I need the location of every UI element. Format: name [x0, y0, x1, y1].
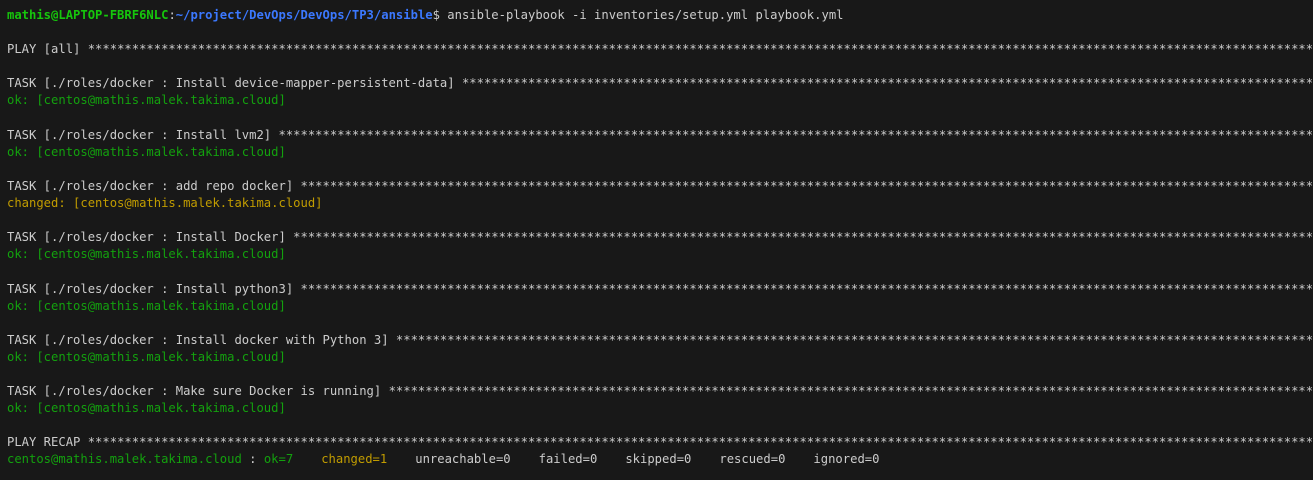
task-header-line: TASK [./roles/docker : Make sure Docker …: [7, 383, 1313, 400]
task-header-line: TASK [./roles/docker : Install Docker] *…: [7, 229, 1313, 246]
task-header: TASK [./roles/docker : Install Docker]: [7, 230, 294, 245]
recap-changed-count: changed=1: [321, 452, 388, 467]
task-header-line: TASK [./roles/docker : Install docker wi…: [7, 332, 1313, 349]
recap-ok-count: ok=7: [263, 452, 294, 467]
recap-rescued-count: rescued=0: [719, 452, 786, 467]
task-header-stars: ****************************************…: [300, 281, 1313, 296]
recap-separator: :: [241, 452, 264, 467]
play-recap-stars: ****************************************…: [87, 435, 1313, 450]
play-recap-header: PLAY RECAP: [7, 435, 88, 450]
task-block: TASK [./roles/docker : Install Docker] *…: [7, 229, 1313, 280]
task-header-stars: ****************************************…: [395, 332, 1313, 347]
task-status: ok: [centos@mathis.malek.takima.cloud]: [7, 144, 286, 159]
task-header-line: TASK [./roles/docker : Install device-ma…: [7, 75, 1313, 92]
task-header-stars: ****************************************…: [461, 76, 1313, 91]
task-status: ok: [centos@mathis.malek.takima.cloud]: [7, 298, 286, 313]
task-status: ok: [centos@mathis.malek.takima.cloud]: [7, 349, 286, 364]
play-header-line: PLAY [all] *****************************…: [7, 41, 1313, 58]
task-header: TASK [./roles/docker : add repo docker]: [7, 178, 301, 193]
task-header-line: TASK [./roles/docker : Install python3] …: [7, 281, 1313, 298]
task-header: TASK [./roles/docker : Install device-ma…: [7, 76, 462, 91]
recap-unreachable-count: unreachable=0: [415, 452, 511, 467]
task-status: changed: [centos@mathis.malek.takima.clo…: [7, 196, 323, 211]
prompt-colon: :: [168, 8, 176, 22]
command-text: ansible-playbook -i inventories/setup.ym…: [439, 8, 844, 22]
task-header-stars: ****************************************…: [300, 178, 1313, 193]
task-header: TASK [./roles/docker : Install lvm2]: [7, 127, 279, 142]
play-recap-summary: centos@mathis.malek.takima.cloud : ok=7 c…: [7, 451, 1313, 468]
play-header-stars: ****************************************…: [87, 42, 1313, 57]
task-block: TASK [./roles/docker : Install python3] …: [7, 281, 1313, 332]
terminal-window[interactable]: mathis@LAPTOP-FBRF6NLC:~/project/DevOps/…: [0, 0, 1313, 480]
recap-skipped-count: skipped=0: [625, 452, 692, 467]
task-status: ok: [centos@mathis.malek.takima.cloud]: [7, 401, 286, 416]
task-header: TASK [./roles/docker : Install docker wi…: [7, 332, 396, 347]
task-header: TASK [./roles/docker : Make sure Docker …: [7, 384, 389, 399]
recap-failed-count: failed=0: [538, 452, 598, 467]
prompt-dollar: $: [432, 8, 440, 22]
task-header-stars: ****************************************…: [278, 127, 1313, 142]
command-prompt-line: mathis@LAPTOP-FBRF6NLC:~/project/DevOps/…: [7, 7, 1313, 24]
task-block: TASK [./roles/docker : Install docker wi…: [7, 332, 1313, 383]
task-block: TASK [./roles/docker : Install lvm2] ***…: [7, 127, 1313, 178]
task-status: ok: [centos@mathis.malek.takima.cloud]: [7, 247, 286, 262]
play-header: PLAY [all]: [7, 42, 88, 57]
task-block: TASK [./roles/docker : add repo docker] …: [7, 178, 1313, 229]
recap-ignored-count: ignored=0: [813, 452, 880, 467]
play-recap-header-line: PLAY RECAP *****************************…: [7, 434, 1313, 451]
task-header-line: TASK [./roles/docker : add repo docker] …: [7, 178, 1313, 195]
task-header-line: TASK [./roles/docker : Install lvm2] ***…: [7, 127, 1313, 144]
task-header-stars: ****************************************…: [388, 384, 1313, 399]
task-header: TASK [./roles/docker : Install python3]: [7, 281, 301, 296]
task-block: TASK [./roles/docker : Make sure Docker …: [7, 383, 1313, 434]
task-status: ok: [centos@mathis.malek.takima.cloud]: [7, 93, 286, 108]
prompt-user-host: mathis@LAPTOP-FBRF6NLC: [7, 8, 169, 22]
recap-host: centos@mathis.malek.takima.cloud: [7, 452, 242, 467]
prompt-path: ~/project/DevOps/DevOps/TP3/ansible: [175, 8, 433, 22]
task-header-stars: ****************************************…: [293, 230, 1313, 245]
task-block: TASK [./roles/docker : Install device-ma…: [7, 75, 1313, 126]
